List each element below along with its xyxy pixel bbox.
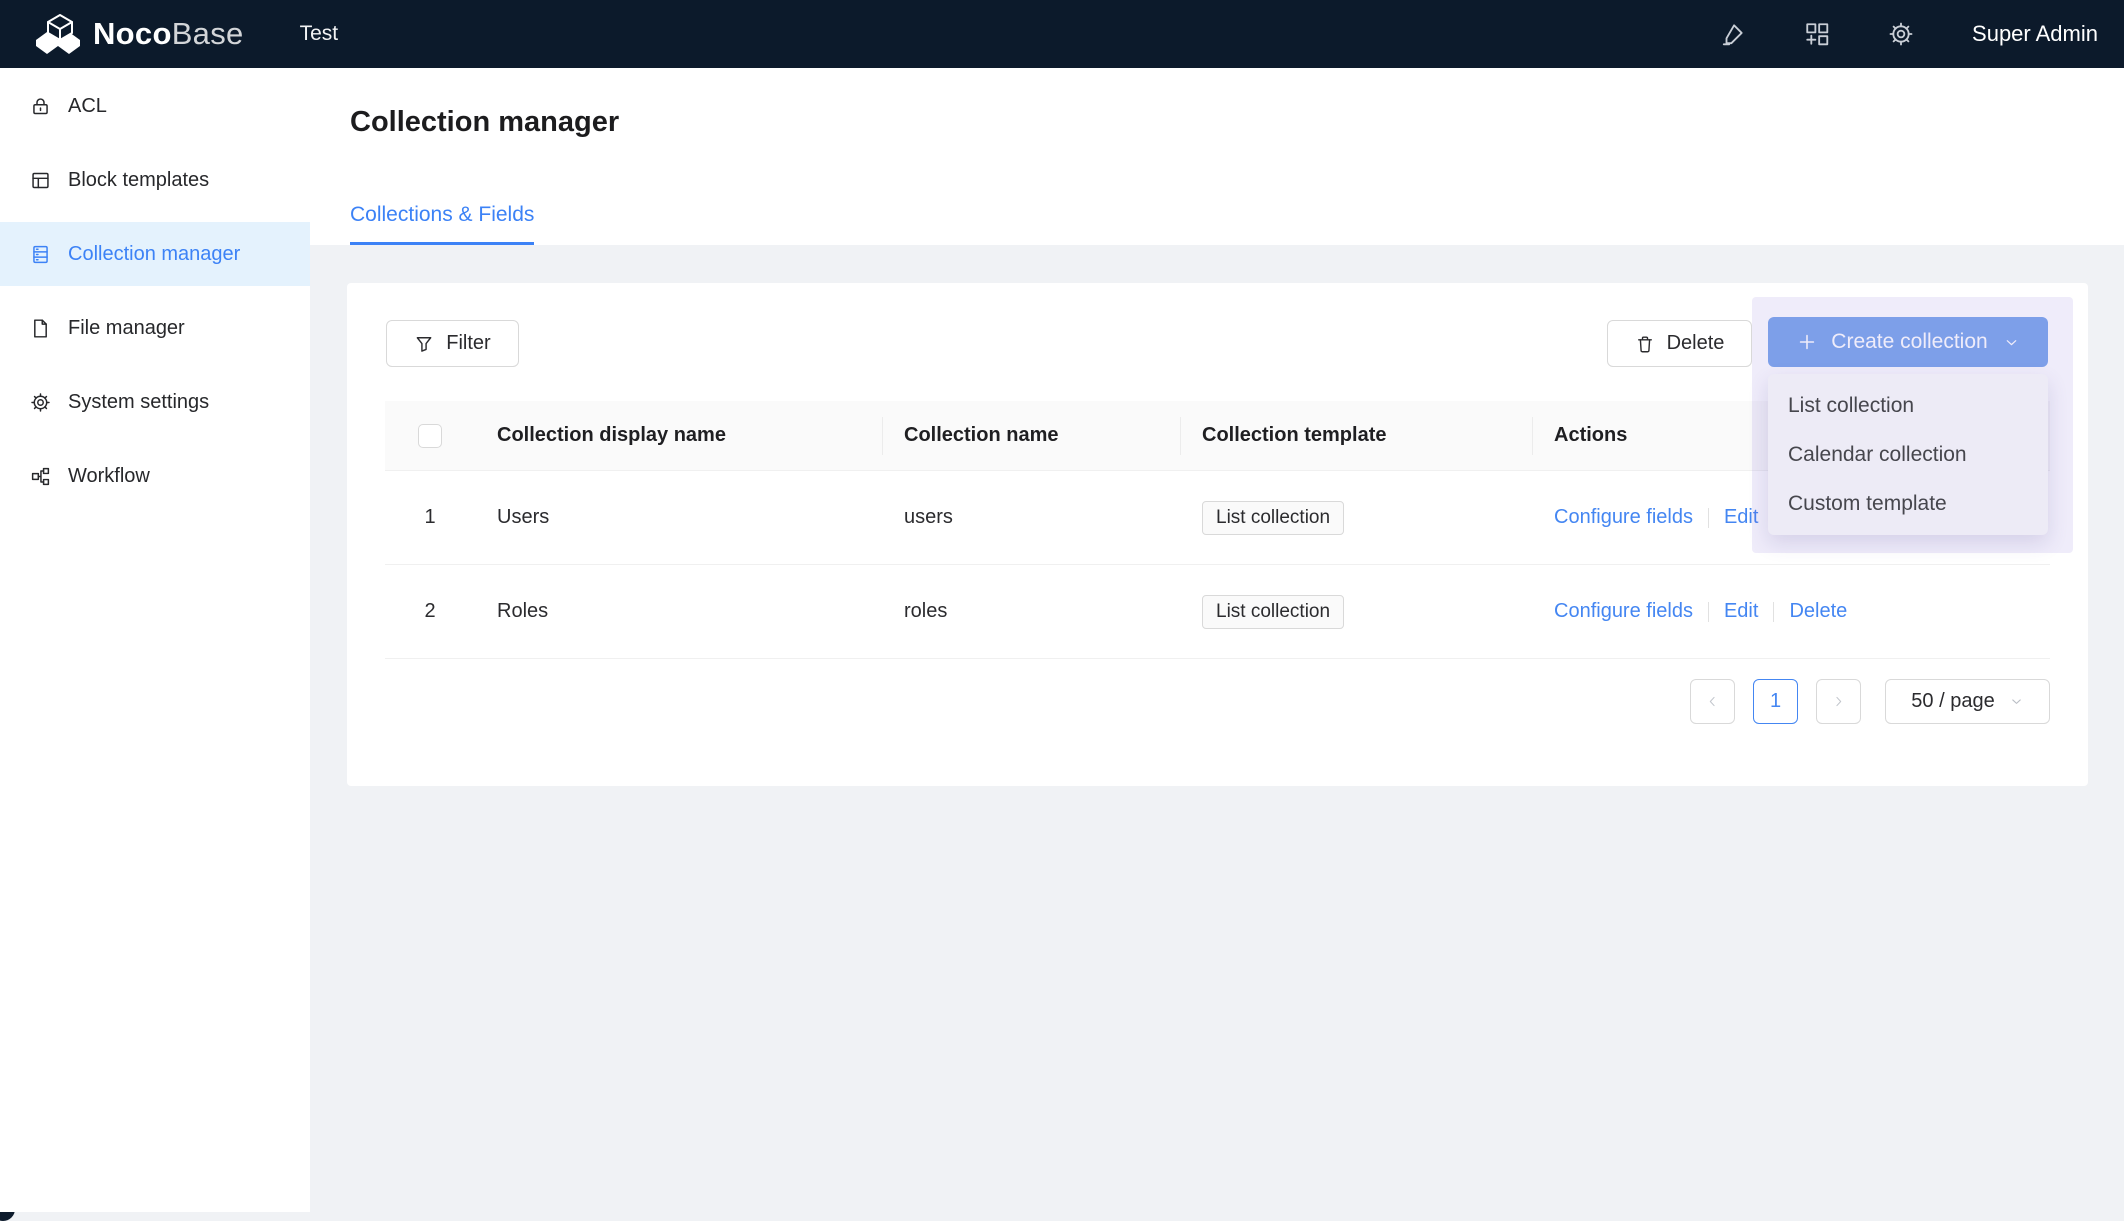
action-divider: [1773, 602, 1774, 622]
layout-icon: [30, 170, 51, 191]
trash-icon: [1635, 334, 1655, 354]
chevron-left-icon: [1705, 694, 1720, 709]
column-header-template: Collection template: [1180, 401, 1532, 470]
delete-button[interactable]: Delete: [1607, 320, 1752, 367]
create-collection-dropdown: List collection Calendar collection Cust…: [1768, 374, 2048, 535]
menu-item-calendar-collection[interactable]: Calendar collection: [1768, 430, 2048, 479]
nav-menu-item-test[interactable]: Test: [300, 22, 339, 46]
display-name-cell: Users: [475, 471, 882, 564]
filter-button[interactable]: Filter: [386, 320, 519, 367]
create-collection-button[interactable]: Create collection: [1768, 317, 2048, 367]
top-navbar: NocoBase Test Super Admin: [0, 0, 2124, 68]
nocobase-logo[interactable]: NocoBase: [36, 14, 244, 54]
create-collection-label: Create collection: [1831, 330, 1987, 354]
database-icon: [30, 244, 51, 265]
configure-fields-link[interactable]: Configure fields: [1554, 600, 1693, 623]
user-menu[interactable]: Super Admin: [1972, 21, 2098, 47]
pagination: 1 50 / page: [1690, 679, 2050, 724]
sidebar-item-label: Block templates: [68, 169, 209, 192]
filter-button-label: Filter: [446, 332, 490, 355]
lock-icon: [30, 96, 51, 117]
sidebar-item-label: Collection manager: [68, 243, 240, 266]
sidebar-item-label: File manager: [68, 317, 185, 340]
sidebar-item-block-templates[interactable]: Block templates: [0, 148, 310, 212]
sidebar-item-system-settings[interactable]: System settings: [0, 370, 310, 434]
column-header-display-name: Collection display name: [475, 401, 882, 470]
row-index: 1: [385, 471, 475, 564]
sidebar-item-file-manager[interactable]: File manager: [0, 296, 310, 360]
column-header-collection-name: Collection name: [882, 401, 1180, 470]
delete-button-label: Delete: [1667, 332, 1725, 355]
template-tag: List collection: [1202, 501, 1344, 535]
action-divider: [1708, 602, 1709, 622]
sidebar-item-label: Workflow: [68, 465, 150, 488]
logo-text: NocoBase: [93, 16, 244, 52]
delete-link[interactable]: Delete: [1789, 600, 1847, 623]
menu-item-custom-template[interactable]: Custom template: [1768, 479, 2048, 528]
page-size-value: 50 / page: [1911, 690, 1994, 713]
edit-link[interactable]: Edit: [1724, 506, 1758, 529]
configure-fields-link[interactable]: Configure fields: [1554, 506, 1693, 529]
plus-icon: [1796, 331, 1818, 353]
collection-name-cell: roles: [882, 565, 1180, 658]
sidebar-item-workflow[interactable]: Workflow: [0, 444, 310, 508]
row-index: 2: [385, 565, 475, 658]
page-number-button[interactable]: 1: [1753, 679, 1798, 724]
select-all-checkbox[interactable]: [418, 424, 442, 448]
menu-item-list-collection[interactable]: List collection: [1768, 381, 2048, 430]
nocobase-logo-icon: [36, 14, 80, 54]
chevron-down-icon: [2009, 694, 2024, 709]
row-actions: Configure fields Edit Delete: [1532, 565, 2050, 658]
chevron-right-icon: [1831, 694, 1846, 709]
highlighter-icon[interactable]: [1720, 21, 1746, 47]
prev-page-button[interactable]: [1690, 679, 1735, 724]
page-header: Collection manager Collections & Fields: [310, 68, 2124, 245]
page-title: Collection manager: [350, 106, 619, 139]
action-divider: [1708, 508, 1709, 528]
edit-link[interactable]: Edit: [1724, 600, 1758, 623]
collection-name-cell: users: [882, 471, 1180, 564]
sidebar-item-label: System settings: [68, 391, 209, 414]
display-name-cell: Roles: [475, 565, 882, 658]
table-row: 2 Roles roles List collection Configure …: [385, 565, 2050, 659]
file-icon: [30, 318, 51, 339]
gear-icon: [30, 392, 51, 413]
sidebar-item-collection-manager[interactable]: Collection manager: [0, 222, 310, 286]
settings-icon[interactable]: [1888, 21, 1914, 47]
sidebar: ACL Block templates Collection manager F…: [0, 68, 310, 1212]
sidebar-item-label: ACL: [68, 95, 107, 118]
filter-icon: [414, 334, 434, 354]
partition-icon: [30, 466, 51, 487]
chevron-down-icon: [2003, 334, 2020, 351]
sidebar-item-acl[interactable]: ACL: [0, 74, 310, 138]
next-page-button[interactable]: [1816, 679, 1861, 724]
page-size-select[interactable]: 50 / page: [1885, 679, 2050, 724]
template-tag: List collection: [1202, 595, 1344, 629]
tab-collections-and-fields[interactable]: Collections & Fields: [350, 203, 534, 245]
select-all-cell: [385, 401, 475, 470]
appstore-add-icon[interactable]: [1804, 21, 1830, 47]
navbar-right-group: Super Admin: [1720, 0, 2098, 68]
